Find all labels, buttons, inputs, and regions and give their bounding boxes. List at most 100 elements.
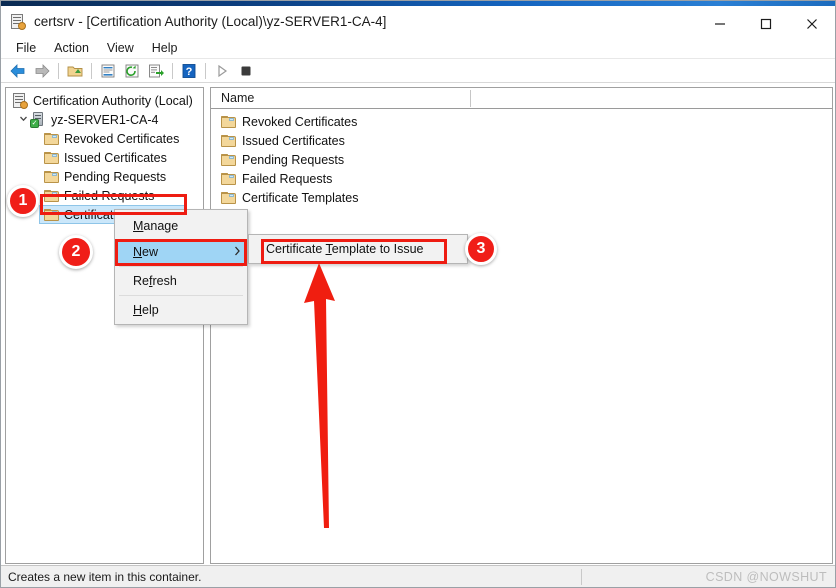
list-item[interactable]: Revoked Certificates <box>211 112 832 131</box>
list-item-label: Failed Requests <box>242 171 333 186</box>
statusbar: Creates a new item in this container. CS… <box>1 565 835 587</box>
chevron-down-icon[interactable] <box>16 114 30 125</box>
tree-node-server[interactable]: ✓ yz-SERVER1-CA-4 <box>6 110 203 129</box>
help-icon: ? <box>182 63 196 78</box>
context-menu-separator <box>119 295 243 296</box>
properties-icon <box>101 64 115 77</box>
menubar: File Action View Help <box>1 37 835 59</box>
context-menu-item-refresh[interactable]: Refresh <box>115 268 247 294</box>
menu-help[interactable]: Help <box>143 39 187 57</box>
column-header-name[interactable]: Name <box>211 91 254 105</box>
menu-action[interactable]: Action <box>45 39 98 57</box>
toolbar: ? <box>1 59 835 83</box>
menu-file[interactable]: File <box>7 39 45 57</box>
minimize-icon <box>715 23 725 25</box>
close-icon <box>807 19 817 29</box>
folder-icon <box>221 153 236 166</box>
tree-item-label: Pending Requests <box>64 169 167 184</box>
folder-icon <box>44 132 59 145</box>
svg-text:?: ? <box>186 66 193 78</box>
list-item-label: Revoked Certificates <box>242 114 358 129</box>
statusbar-text: Creates a new item in this container. <box>8 569 202 584</box>
annotation-badge-1-label: 1 <box>18 192 28 209</box>
toolbar-separator <box>91 62 92 79</box>
context-menu-item-label: Refresh <box>133 274 177 288</box>
context-menu-item-label: Manage <box>133 219 179 233</box>
tree-item-label: Failed Requests <box>64 188 155 203</box>
console-tree-pane[interactable]: Certification Authority (Local) ✓ yz-SER… <box>5 87 204 564</box>
folder-icon <box>44 189 59 202</box>
green-check-icon: ✓ <box>30 118 39 128</box>
help-button[interactable]: ? <box>177 60 201 82</box>
folder-icon <box>221 134 236 147</box>
tree-item-label: Issued Certificates <box>64 150 167 165</box>
refresh-button[interactable] <box>120 60 144 82</box>
list-item[interactable]: Pending Requests <box>211 150 832 169</box>
forward-arrow-icon <box>35 63 50 78</box>
folder-icon <box>44 170 59 183</box>
list-item[interactable]: Failed Requests <box>211 169 832 188</box>
tree-node-server-label: yz-SERVER1-CA-4 <box>51 112 159 127</box>
titlebar[interactable]: certsrv - [Certification Authority (Loca… <box>1 6 835 37</box>
export-list-icon <box>149 64 164 77</box>
tree-item-revoked-certificates[interactable]: Revoked Certificates <box>6 129 203 148</box>
ca-root-icon <box>12 92 28 109</box>
annotation-badge-2-label: 2 <box>71 243 81 260</box>
list-item-label: Pending Requests <box>242 152 345 167</box>
context-menu-item-new[interactable]: New <box>115 239 247 265</box>
certsrv-icon <box>10 13 26 30</box>
annotation-badge-3-label: 3 <box>476 240 486 257</box>
toolbar-separator <box>172 62 173 79</box>
submenu-item-certificate-template-to-issue: Certificate Template to Issue <box>266 242 424 256</box>
context-menu-item-label: New <box>133 245 159 259</box>
stop-service-button[interactable] <box>234 60 258 82</box>
folder-icon <box>221 172 236 185</box>
folder-icon <box>44 151 59 164</box>
tree-node-ca-root-label: Certification Authority (Local) <box>33 93 193 108</box>
context-menu-item-help[interactable]: Help <box>115 297 247 323</box>
submenu[interactable]: Certificate Template to Issue <box>248 234 468 264</box>
forward-button[interactable] <box>30 60 54 82</box>
list-column-header: Name <box>211 88 832 109</box>
window-title: certsrv - [Certification Authority (Loca… <box>34 14 387 29</box>
annotation-badge-2: 2 <box>59 235 93 269</box>
up-folder-icon <box>67 66 83 76</box>
context-menu-item-rest: anage <box>143 219 179 233</box>
folder-icon <box>44 208 59 221</box>
folder-icon <box>221 191 236 204</box>
back-arrow-icon <box>10 63 25 78</box>
watermark-text: CSDN @NOWSHUT <box>705 569 827 584</box>
tree-item-pending-requests[interactable]: Pending Requests <box>6 167 203 186</box>
context-menu: Manage New Refresh Help <box>114 209 248 325</box>
maximize-icon <box>760 18 772 30</box>
details-list-pane[interactable]: Name Revoked Certificates Issued Certifi… <box>210 87 833 564</box>
toolbar-separator <box>58 62 59 79</box>
toolbar-separator <box>205 62 206 79</box>
list-item[interactable]: Issued Certificates <box>211 131 832 150</box>
context-menu-separator <box>119 266 243 267</box>
list-item-label: Issued Certificates <box>242 133 345 148</box>
menu-view[interactable]: View <box>98 39 143 57</box>
server-icon: ✓ <box>30 111 46 128</box>
start-service-button[interactable] <box>210 60 234 82</box>
tree-node-ca-root[interactable]: Certification Authority (Local) <box>6 91 203 110</box>
annotation-badge-1: 1 <box>7 185 39 217</box>
context-menu-item-label: Help <box>133 303 159 317</box>
list-item[interactable]: Certificate Templates <box>211 188 832 207</box>
refresh-icon <box>125 64 139 77</box>
context-menu-item-manage[interactable]: Manage <box>115 213 247 239</box>
export-list-button[interactable] <box>144 60 168 82</box>
chevron-right-icon <box>234 246 241 258</box>
properties-button[interactable] <box>96 60 120 82</box>
annotation-badge-3: 3 <box>465 233 497 265</box>
start-service-icon <box>218 64 228 77</box>
certsrv-window: certsrv - [Certification Authority (Loca… <box>0 0 836 588</box>
folder-icon <box>221 115 236 128</box>
tree-item-issued-certificates[interactable]: Issued Certificates <box>6 148 203 167</box>
up-one-level-button[interactable] <box>63 60 87 82</box>
stop-service-icon <box>241 66 251 75</box>
back-button[interactable] <box>6 60 30 82</box>
column-divider[interactable] <box>470 90 471 107</box>
statusbar-divider <box>581 569 582 585</box>
list-item-label: Certificate Templates <box>242 190 359 205</box>
